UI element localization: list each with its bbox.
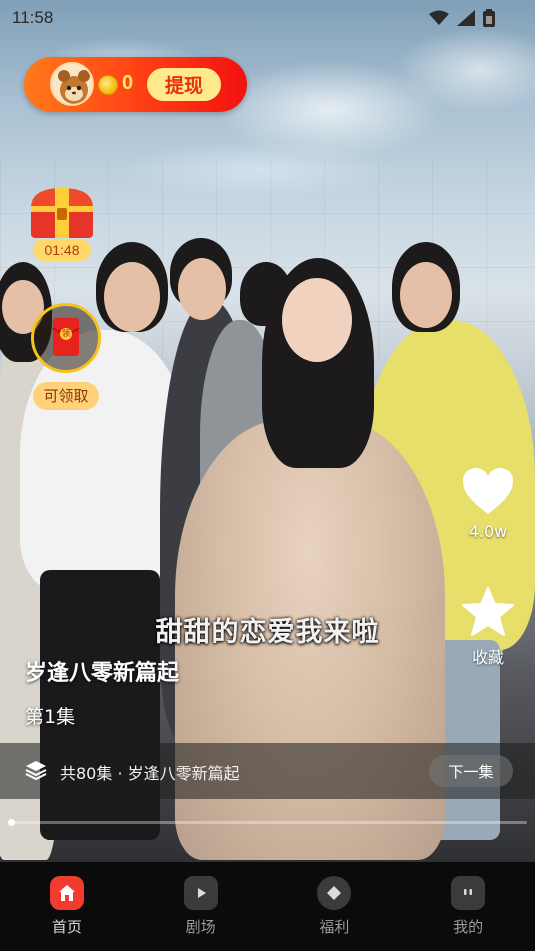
nav-item-profile[interactable]: 我的 — [401, 862, 535, 951]
wifi-icon — [429, 10, 449, 25]
next-episode-button[interactable]: 下一集 — [429, 755, 513, 787]
bottom-navigation: 首页 剧场 福利 我的 — [0, 862, 535, 951]
drama-title[interactable]: 岁逢八零新篇起 — [25, 655, 179, 687]
status-time: 11:58 — [12, 8, 54, 27]
cellular-signal-icon — [457, 10, 475, 26]
episode-summary: 共80集 · 岁逢八零新篇起 — [60, 764, 240, 783]
person-face — [178, 258, 226, 320]
heart-icon — [463, 468, 513, 514]
treasure-chest-widget[interactable]: 01:48 — [27, 186, 97, 266]
gold-coin-icon — [98, 75, 118, 95]
withdraw-button[interactable]: 提现 — [147, 68, 221, 101]
treasure-chest-icon — [31, 188, 93, 238]
episode-label: 第1集 — [25, 706, 76, 728]
envelope-ring: 领 — [31, 303, 101, 373]
like-button[interactable]: 4.0w — [456, 466, 520, 541]
nav-label: 剧场 — [185, 918, 216, 936]
episode-selector-bar[interactable]: 共80集 · 岁逢八零新篇起 下一集 — [0, 743, 535, 799]
nav-item-welfare[interactable]: 福利 — [268, 862, 402, 951]
battery-icon — [483, 9, 495, 27]
like-count: 4.0w — [468, 522, 508, 541]
squirrel-mascot-avatar — [50, 62, 94, 106]
envelope-badge: 领 — [62, 329, 70, 338]
chest-countdown: 01:48 — [33, 239, 91, 261]
status-icons — [429, 9, 495, 27]
envelope-claim-label: 可领取 — [33, 382, 99, 410]
coin-balance-pill[interactable]: 0 提现 — [24, 57, 247, 112]
nav-item-home[interactable]: 首页 — [0, 862, 134, 951]
person-face — [104, 262, 160, 332]
nav-label: 我的 — [453, 918, 484, 936]
play-tag-icon — [183, 876, 218, 910]
home-icon — [49, 876, 84, 910]
profile-face-icon — [451, 876, 486, 910]
red-envelope-widget[interactable]: 领 可领取 — [29, 303, 103, 413]
video-subtitle: 甜甜的恋爱我来啦 — [155, 617, 380, 648]
status-bar: 11:58 — [0, 0, 535, 36]
nav-label: 福利 — [319, 918, 350, 936]
nav-item-theater[interactable]: 剧场 — [134, 862, 268, 951]
person-face — [282, 278, 352, 362]
coin-count: 0 — [122, 72, 134, 94]
nav-label: 首页 — [51, 918, 82, 936]
layers-icon — [25, 761, 47, 781]
video-progress-bar[interactable] — [8, 819, 527, 826]
person-face — [400, 262, 452, 328]
diamond-icon — [317, 876, 352, 910]
video-player[interactable] — [0, 0, 535, 862]
